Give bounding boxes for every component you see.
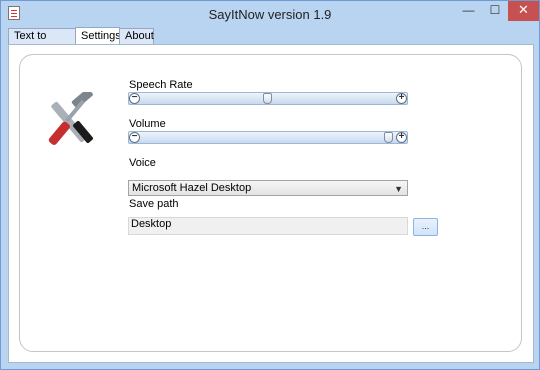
tab-settings[interactable]: Settings bbox=[75, 27, 121, 44]
save-path-field[interactable]: Desktop bbox=[128, 217, 408, 235]
tab-text-to-speech[interactable]: Text to speech bbox=[8, 28, 76, 56]
settings-group: Speech Rate − + Volume − + Voice Microso… bbox=[19, 54, 522, 352]
voice-selected-value: Microsoft Hazel Desktop bbox=[132, 182, 252, 194]
save-path-label: Save path bbox=[129, 198, 179, 210]
speech-rate-slider[interactable]: − + bbox=[128, 92, 408, 105]
maximize-button[interactable]: ☐ bbox=[482, 1, 508, 21]
app-window: SayItNow version 1.9 — ☐ ✕ Text to speec… bbox=[0, 0, 540, 370]
settings-panel: Speech Rate − + Volume − + Voice Microso… bbox=[8, 44, 534, 363]
volume-thumb[interactable] bbox=[384, 132, 393, 143]
chevron-down-icon[interactable]: ▼ bbox=[394, 182, 403, 196]
speech-rate-label: Speech Rate bbox=[129, 79, 193, 91]
tab-about[interactable]: About bbox=[119, 28, 154, 44]
volume-label: Volume bbox=[129, 118, 166, 130]
hammer-screwdriver-icon bbox=[48, 92, 93, 145]
plus-icon[interactable]: + bbox=[396, 93, 407, 104]
voice-label: Voice bbox=[129, 157, 156, 169]
plus-icon[interactable]: + bbox=[396, 132, 407, 143]
volume-slider[interactable]: − + bbox=[128, 131, 408, 144]
minus-icon[interactable]: − bbox=[129, 93, 140, 104]
browse-button[interactable]: ... bbox=[413, 218, 438, 236]
voice-select[interactable]: Microsoft Hazel Desktop ▼ bbox=[128, 180, 408, 196]
speech-rate-thumb[interactable] bbox=[262, 93, 272, 104]
minus-icon[interactable]: − bbox=[129, 132, 140, 143]
minimize-button[interactable]: — bbox=[455, 1, 482, 21]
title-bar[interactable]: SayItNow version 1.9 — ☐ ✕ bbox=[1, 1, 539, 27]
close-button[interactable]: ✕ bbox=[508, 1, 539, 21]
